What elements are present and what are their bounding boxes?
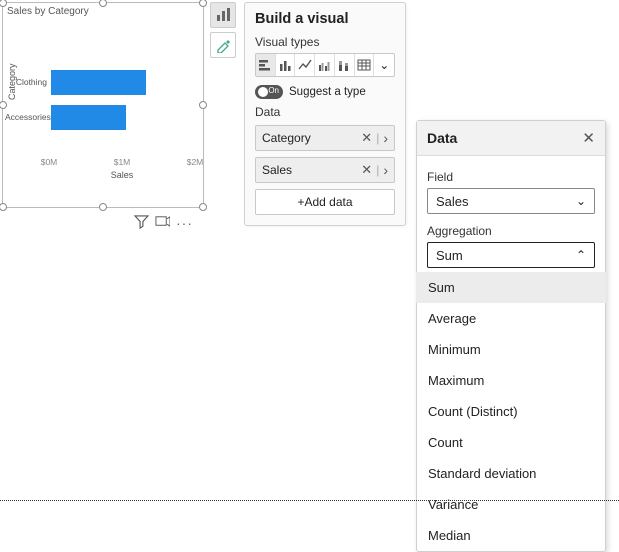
remove-field-icon[interactable]: ✕ <box>361 130 372 146</box>
aggregation-options: Sum Average Minimum Maximum Count (Disti… <box>416 272 606 551</box>
pane-tabs <box>210 2 238 58</box>
panel-title: Build a visual <box>255 11 395 27</box>
resize-handle[interactable] <box>199 0 207 7</box>
visual-toolbar: ··· <box>134 214 193 232</box>
aggregation-option[interactable]: Variance <box>416 489 606 520</box>
chevron-down-icon: ⌄ <box>379 58 389 72</box>
suggest-type-row: On Suggest a type <box>255 85 395 99</box>
field-menu-icon[interactable]: › <box>383 130 388 146</box>
canvas-boundary <box>0 500 619 501</box>
field-dropdown[interactable]: Sales ⌄ <box>427 188 595 214</box>
field-label: Field <box>427 170 595 184</box>
visual-container[interactable]: Sales by Category Category Clothing Acce… <box>2 2 204 208</box>
chevron-up-icon: ⌃ <box>576 248 586 262</box>
visual-type-table[interactable] <box>355 54 375 76</box>
x-axis-label: Sales <box>111 170 134 180</box>
resize-handle[interactable] <box>0 101 7 109</box>
chart-body: Category Clothing Accessories $0M $1M $2… <box>7 25 199 180</box>
aggregation-option[interactable]: Sum <box>416 272 606 303</box>
aggregation-option[interactable]: Count (Distinct) <box>416 396 606 427</box>
bar-clothing: Clothing <box>51 70 146 95</box>
aggregation-option[interactable]: Count <box>416 427 606 458</box>
bar-accessories: Accessories <box>51 105 126 130</box>
field-pill-category[interactable]: Category ✕ | › <box>255 125 395 151</box>
add-data-button[interactable]: +Add data <box>255 189 395 215</box>
resize-handle[interactable] <box>0 203 7 211</box>
data-section-label: Data <box>255 105 395 119</box>
aggregation-option[interactable]: Maximum <box>416 365 606 396</box>
field-pill-sales[interactable]: Sales ✕ | › <box>255 157 395 183</box>
visual-type-column[interactable] <box>276 54 296 76</box>
visual-type-clustered[interactable] <box>315 54 335 76</box>
data-popup-title: Data <box>427 130 457 146</box>
filter-icon[interactable] <box>134 214 149 232</box>
aggregation-dropdown[interactable]: Sum ⌃ <box>427 242 595 268</box>
suggest-type-toggle[interactable]: On <box>255 85 283 99</box>
remove-field-icon[interactable]: ✕ <box>361 162 372 178</box>
visual-type-more[interactable]: ⌄ <box>374 54 394 76</box>
suggest-type-label: Suggest a type <box>289 86 366 98</box>
format-visual-tab[interactable] <box>210 32 236 58</box>
visual-types-label: Visual types <box>255 35 395 49</box>
resize-handle[interactable] <box>199 203 207 211</box>
resize-handle[interactable] <box>99 203 107 211</box>
focus-mode-icon[interactable] <box>155 214 170 232</box>
visual-type-bar-h[interactable] <box>256 54 276 76</box>
resize-handle[interactable] <box>199 101 207 109</box>
aggregation-option[interactable]: Average <box>416 303 606 334</box>
visual-type-line[interactable] <box>295 54 315 76</box>
build-visual-tab[interactable] <box>210 2 236 28</box>
visual-type-stacked[interactable] <box>335 54 355 76</box>
aggregation-label: Aggregation <box>427 224 595 238</box>
aggregation-option[interactable]: Median <box>416 520 606 551</box>
close-icon[interactable]: ✕ <box>582 129 595 147</box>
aggregation-option[interactable]: Standard deviation <box>416 458 606 489</box>
chevron-down-icon: ⌄ <box>576 194 586 208</box>
visual-types-row: ⌄ <box>255 53 395 77</box>
data-popup: Data ✕ Field Sales ⌄ Aggregation Sum ⌃ S… <box>416 120 606 552</box>
x-axis: $0M $1M $2M Sales <box>49 155 195 180</box>
more-options-icon[interactable]: ··· <box>176 218 193 228</box>
field-menu-icon[interactable]: › <box>383 162 388 178</box>
aggregation-option[interactable]: Minimum <box>416 334 606 365</box>
build-visual-panel: Build a visual Visual types ⌄ On Suggest… <box>244 2 406 226</box>
